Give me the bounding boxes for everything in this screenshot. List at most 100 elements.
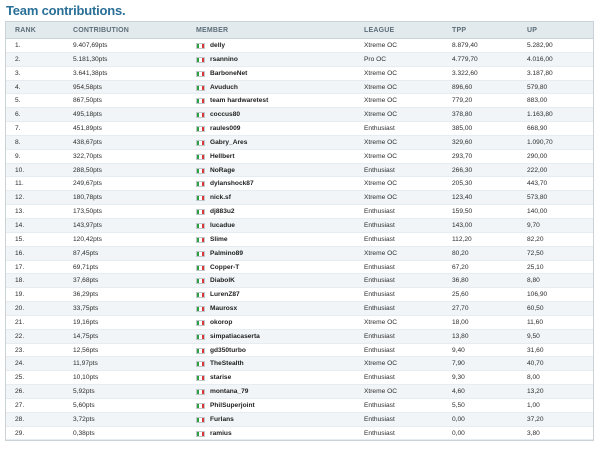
tpp-cell: 112,20 [452, 235, 472, 243]
member-link[interactable]: TheStealth [210, 357, 244, 371]
italy-flag-icon [196, 264, 205, 271]
member-link[interactable]: raules009 [210, 122, 240, 136]
member-link[interactable]: okorop [210, 316, 232, 330]
member-link[interactable]: ramius [210, 427, 232, 441]
member-link[interactable]: coccus80 [210, 108, 240, 122]
column-header-contribution[interactable]: CONTRIBUTION [73, 22, 129, 39]
league-cell: Xtreme OC [364, 194, 397, 202]
table-row: 25. 10,10pts starise Enthusiast 9,30 8,00 [6, 371, 593, 386]
rank-cell: 3. [15, 69, 21, 77]
member-link[interactable]: team hardwaretest [210, 94, 268, 108]
rank-cell: 27. [15, 401, 25, 409]
tpp-cell: 266,30 [452, 166, 473, 174]
italy-flag-icon [196, 112, 205, 119]
italy-flag-icon [196, 222, 205, 229]
member-link[interactable]: Palmino89 [210, 247, 243, 261]
contribution-cell: 180,78pts [73, 194, 102, 202]
tpp-cell: 13,80 [452, 332, 469, 340]
column-header-up[interactable]: UP [527, 22, 537, 39]
table-row: 11. 249,67pts dylanshock87 Xtreme OC 205,30 4… [6, 177, 593, 192]
member-link[interactable]: Gabry_Ares [210, 136, 247, 150]
member-link[interactable]: BarboneNet [210, 67, 247, 81]
league-cell: Enthusiast [364, 305, 395, 313]
member-link[interactable]: NoRage [210, 164, 235, 178]
contribution-cell: 5.181,30pts [73, 55, 108, 63]
table-row: 9. 322,70pts Hellbert Xtreme OC 293,70 290,00 [6, 150, 593, 164]
tpp-cell: 25,60 [452, 291, 469, 299]
up-cell: 25,10 [527, 263, 544, 271]
member-link[interactable]: Avuduch [210, 81, 238, 95]
table-row: 23. 12,56pts gd350turbo Enthusiast 9,40 31,60 [6, 344, 593, 358]
league-cell: Enthusiast [364, 332, 395, 340]
column-header-rank[interactable]: RANK [15, 22, 36, 39]
member-link[interactable]: nick.sf [210, 191, 231, 205]
table-body: 1. 9.407,69pts delly Xtreme OC 8.879,40 5.282… [6, 39, 593, 441]
column-header-tpp[interactable]: TPP [452, 22, 466, 39]
column-header-member[interactable]: MEMBER [196, 22, 228, 39]
member-link[interactable]: Furlans [210, 413, 234, 427]
member-link[interactable]: PhilSuperjoint [210, 399, 255, 413]
rank-cell: 24. [15, 360, 25, 368]
italy-flag-icon [196, 375, 205, 382]
member-link[interactable]: montana_79 [210, 385, 248, 399]
rank-cell: 1. [15, 42, 21, 49]
up-cell: 13,20 [527, 388, 544, 396]
league-cell: Enthusiast [364, 221, 395, 229]
column-header-league[interactable]: LEAGUE [364, 22, 394, 39]
tpp-cell: 67,20 [452, 263, 469, 271]
contribution-cell: 37,68pts [73, 277, 99, 285]
member-link[interactable]: Slime [210, 233, 228, 247]
italy-flag-icon [196, 236, 205, 243]
table-row: 2. 5.181,30pts rsannino Pro OC 4.779,70 4.016… [6, 52, 593, 67]
tpp-cell: 9,40 [452, 346, 465, 354]
up-cell: 82,20 [527, 235, 544, 243]
rank-cell: 18. [15, 277, 25, 285]
member-link[interactable]: starise [210, 371, 231, 385]
up-cell: 140,00 [527, 208, 548, 216]
league-cell: Enthusiast [364, 401, 395, 409]
up-cell: 443,70 [527, 180, 548, 188]
member-link[interactable]: delly [210, 39, 225, 53]
league-cell: Xtreme OC [364, 138, 397, 146]
table-row: 4. 954,58pts Avuduch Xtreme OC 896,60 579,80 [6, 80, 593, 95]
tpp-cell: 329,60 [452, 138, 473, 146]
member-link[interactable]: rsannino [210, 53, 238, 67]
member-link[interactable]: simpatiacaserta [210, 330, 260, 344]
up-cell: 72,50 [527, 249, 544, 257]
league-cell: Enthusiast [364, 208, 395, 216]
member-link[interactable]: Copper-T [210, 261, 239, 275]
member-link[interactable]: dylanshock87 [210, 177, 254, 191]
up-cell: 8,00 [527, 374, 540, 382]
table-row: 14. 143,97pts lucadue Enthusiast 143,00 9,70 [6, 218, 593, 233]
up-cell: 11,60 [527, 318, 544, 326]
rank-cell: 10. [15, 166, 25, 174]
league-cell: Xtreme OC [364, 111, 397, 119]
tpp-cell: 378,80 [452, 111, 473, 119]
rank-cell: 26. [15, 388, 25, 396]
rank-cell: 20. [15, 305, 25, 313]
contribution-cell: 143,97pts [73, 221, 102, 229]
italy-flag-icon [196, 333, 205, 340]
up-cell: 3,80 [527, 429, 540, 437]
table-row: 3. 3.641,38pts BarboneNet Xtreme OC 3.322,60… [6, 67, 593, 81]
tpp-cell: 27,70 [452, 305, 469, 313]
table-row: 16. 87,45pts Palmino89 Xtreme OC 80,20 72,50 [6, 246, 593, 261]
contribution-cell: 3.641,38pts [73, 69, 108, 77]
member-link[interactable]: LurenZ87 [210, 288, 240, 302]
italy-flag-icon [196, 347, 205, 354]
league-cell: Enthusiast [364, 235, 395, 243]
member-link[interactable]: Hellbert [210, 150, 235, 164]
member-link[interactable]: DiabolK [210, 274, 235, 288]
member-link[interactable]: Maurosx [210, 302, 237, 316]
member-link[interactable]: dj883u2 [210, 205, 235, 219]
italy-flag-icon [196, 292, 205, 299]
member-link[interactable]: gd350turbo [210, 344, 246, 358]
rank-cell: 28. [15, 415, 25, 423]
tpp-cell: 4.779,70 [452, 55, 478, 63]
league-cell: Xtreme OC [364, 69, 397, 77]
member-link[interactable]: lucadue [210, 219, 235, 233]
up-cell: 4.016,00 [527, 55, 553, 63]
table-row: 27. 5,60pts PhilSuperjoint Enthusiast 5,50 1,… [6, 399, 593, 413]
up-cell: 883,00 [527, 97, 548, 105]
tpp-cell: 18,00 [452, 318, 469, 326]
